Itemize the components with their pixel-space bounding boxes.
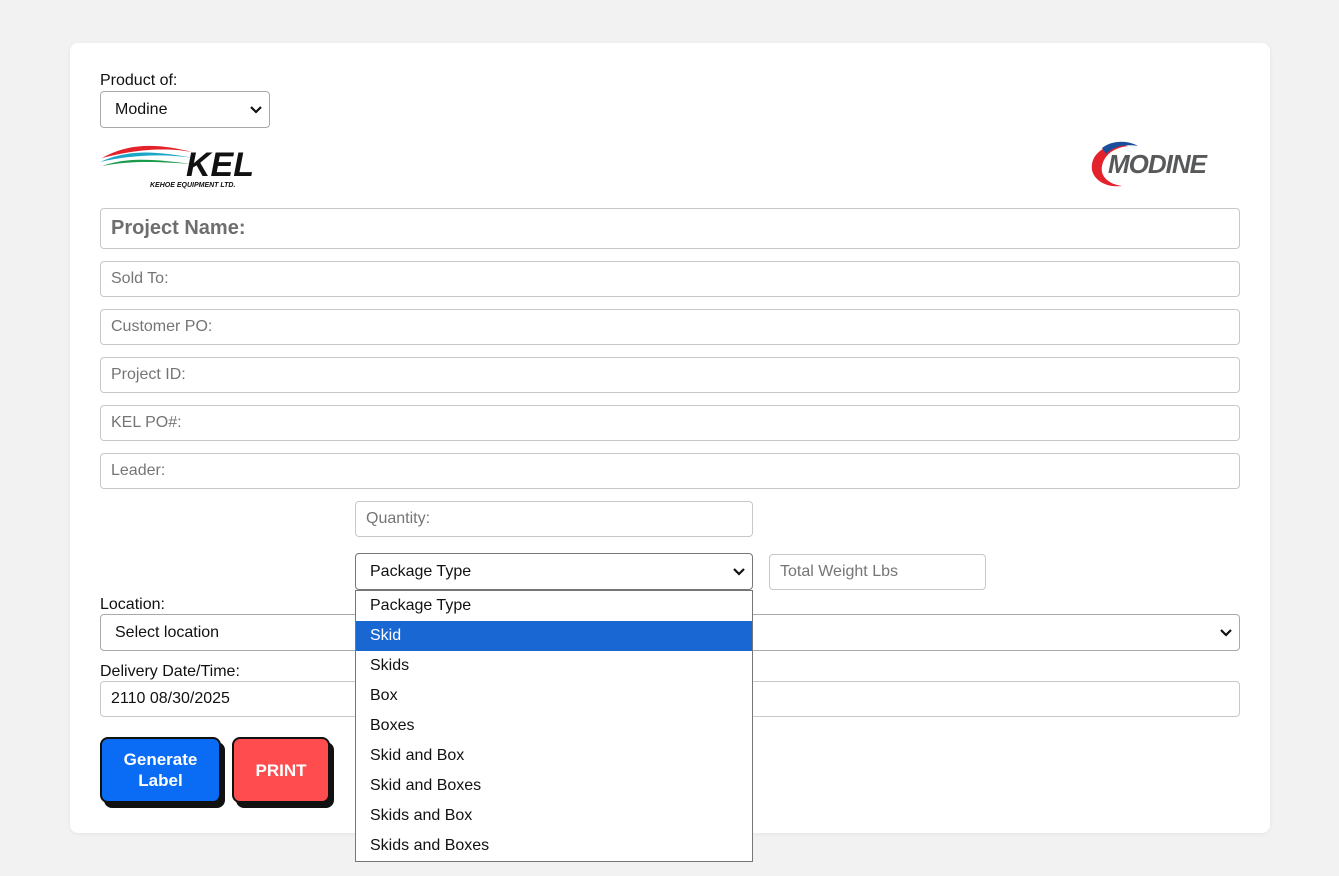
modine-logo: MODINE — [1088, 140, 1242, 190]
svg-text:KEL: KEL — [186, 146, 252, 184]
product-of-label: Product of: — [100, 72, 178, 89]
svg-text:MODINE: MODINE — [1108, 149, 1208, 179]
customer-po-input[interactable]: Customer PO: — [100, 309, 1240, 345]
chevron-down-icon — [733, 567, 745, 576]
kel-po-input[interactable]: KEL PO#: — [100, 405, 1240, 441]
delivery-label: Delivery Date/Time: — [100, 663, 240, 680]
quantity-input[interactable]: Quantity: — [355, 501, 753, 537]
package-type-option[interactable]: Skids and Boxes — [356, 831, 752, 861]
package-type-option[interactable]: Skids — [356, 651, 752, 681]
package-type-option[interactable]: Skids and Box — [356, 801, 752, 831]
package-type-option[interactable]: Package Type — [356, 591, 752, 621]
package-type-option[interactable]: Skid — [356, 621, 752, 651]
chevron-down-icon — [250, 105, 262, 114]
package-type-option[interactable]: Skid and Box — [356, 741, 752, 771]
project-id-input[interactable]: Project ID: — [100, 357, 1240, 393]
product-of-select[interactable]: Modine — [100, 91, 270, 128]
package-type-dropdown: Package Type Skid Skids Box Boxes Skid and Bo… — [355, 590, 753, 862]
package-type-value: Package Type — [370, 562, 472, 580]
svg-text:KEHOE EQUIPMENT LTD.: KEHOE EQUIPMENT LTD. — [150, 182, 235, 189]
product-of-value: Modine — [115, 100, 168, 118]
sold-to-input[interactable]: Sold To: — [100, 261, 1240, 297]
location-label: Location: — [100, 596, 165, 613]
generate-label-button[interactable]: Generate Label — [100, 737, 221, 803]
leader-input[interactable]: Leader: — [100, 453, 1240, 489]
package-type-option[interactable]: Boxes — [356, 711, 752, 741]
project-name-input[interactable]: Project Name: — [100, 208, 1240, 249]
print-button[interactable]: PRINT — [232, 737, 330, 803]
package-type-option[interactable]: Box — [356, 681, 752, 711]
total-weight-input[interactable]: Total Weight Lbs — [769, 554, 986, 590]
package-type-select[interactable]: Package Type — [355, 553, 753, 590]
location-value: Select location — [115, 623, 220, 641]
kel-logo: KEL KEHOE EQUIPMENT LTD. — [100, 138, 254, 190]
chevron-down-icon — [1220, 628, 1232, 637]
package-type-option[interactable]: Skid and Boxes — [356, 771, 752, 801]
